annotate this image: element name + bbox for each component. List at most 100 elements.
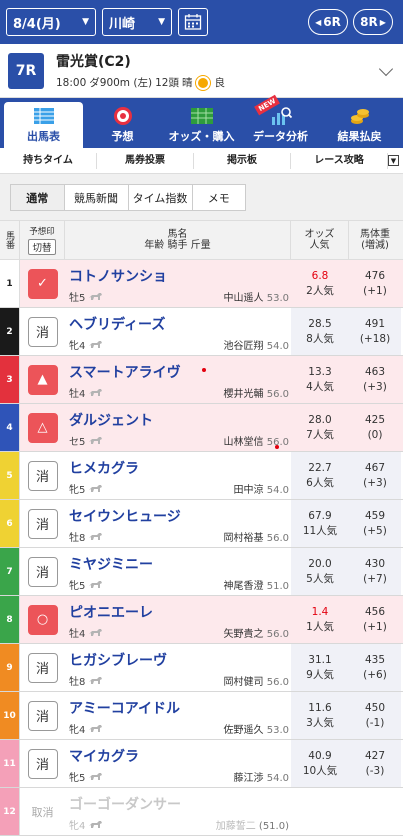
mark-switch-button[interactable]: 切替: [28, 239, 56, 255]
horse-name-link[interactable]: アミーコアイドル: [69, 698, 180, 718]
tab-newspaper[interactable]: 競馬新聞: [65, 185, 129, 210]
prediction-mark-button[interactable]: 消: [27, 460, 58, 491]
prediction-mark-cell: ○: [20, 596, 65, 643]
jockey-name[interactable]: 藤江渉: [234, 773, 264, 784]
jockey-name[interactable]: 田中涼: [234, 485, 264, 496]
calendar-button[interactable]: [178, 8, 208, 36]
table-row[interactable]: 8 ○ ピオニエーレ 牡4 矢野貴之 56.0 1.4 1人気 456 (+1): [0, 596, 403, 644]
submenu-item-best-time[interactable]: 持ちタイム: [0, 152, 97, 169]
submenu-item-board[interactable]: 掲示板: [194, 152, 291, 169]
weight-cell: 459 (+5): [349, 500, 401, 547]
menu-item-data-analysis[interactable]: NEW データ分析: [241, 94, 320, 148]
expand-submenu-button[interactable]: ▼: [388, 155, 399, 166]
horse-name-link[interactable]: ミヤジミニー: [69, 554, 153, 574]
chevron-down-icon: ▼: [390, 156, 397, 165]
weight-cell: 491 (+18): [349, 308, 401, 355]
chevron-left-icon: ◀: [315, 17, 322, 27]
horse-name-link[interactable]: ヒガシブレーヴ: [69, 650, 167, 670]
horse-cell: コトノサンショ 牡5 中山遥人 53.0: [65, 260, 291, 307]
horse-name-link[interactable]: ヘブリディーズ: [69, 314, 165, 334]
menu-item-results[interactable]: 結果払戻: [320, 102, 399, 148]
header-weight[interactable]: 馬体重 (増減): [349, 221, 401, 259]
prediction-mark-button[interactable]: ○: [27, 604, 58, 635]
next-race-button[interactable]: 8R ▶: [353, 9, 393, 35]
table-row[interactable]: 12 取消 ゴーゴーダンサー 牝4 加藤誓二 (51.0): [0, 788, 403, 836]
jockey-name[interactable]: 櫻井光輔: [224, 389, 264, 400]
target-icon: [113, 107, 132, 125]
horse-name-link[interactable]: スマートアライヴ: [69, 362, 181, 382]
horse-name-link[interactable]: ピオニエーレ: [69, 602, 153, 622]
horse-icon: [89, 821, 103, 828]
horse-cell: ピオニエーレ 牡4 矢野貴之 56.0: [65, 596, 291, 643]
jockey-name[interactable]: 山林堂信: [224, 437, 264, 448]
tab-memo[interactable]: メモ: [193, 185, 246, 210]
weight-cell: 430 (+7): [349, 548, 401, 595]
menu-item-odds-buy[interactable]: オッズ・購入: [162, 102, 241, 148]
menu-item-prediction[interactable]: 予想: [83, 102, 162, 148]
submenu-item-strategy[interactable]: レース攻略: [291, 152, 388, 169]
table-row[interactable]: 5 消ヒメカグラ 牝5 田中涼 54.0 22.7 6人気 467 (+3): [0, 452, 403, 500]
table-row[interactable]: 2 消ヘブリディーズ 牝4 池谷匠翔 54.0 28.5 8人気 491 (+18): [0, 308, 403, 356]
table-row[interactable]: 11 消マイカグラ 牝5 藤江渉 54.0 40.9 10人気 427 (-3): [0, 740, 403, 788]
jockey-name[interactable]: 岡村裕基: [224, 533, 264, 544]
header-odds[interactable]: オッズ 人気: [291, 221, 349, 259]
prediction-mark-button[interactable]: ✓: [27, 268, 58, 299]
jockey-name[interactable]: 佐野遥久: [224, 725, 264, 736]
table-row[interactable]: 9 消ヒガシブレーヴ 牡8 岡村健司 56.0 31.1 9人気 435 (+6): [0, 644, 403, 692]
race-track: 良: [214, 77, 225, 89]
jockey-name[interactable]: 岡村健司: [224, 677, 264, 688]
prediction-mark-button[interactable]: 消: [27, 508, 58, 539]
submenu-item-betting[interactable]: 馬券投票: [97, 152, 194, 169]
menu-item-entries[interactable]: 出馬表: [4, 102, 83, 148]
venue-select[interactable]: 川崎 ▼: [102, 8, 172, 36]
horse-icon: [89, 725, 103, 732]
date-select[interactable]: 8/4(月) ▼: [6, 8, 96, 36]
prediction-mark-button[interactable]: 消: [27, 316, 58, 347]
prediction-mark-button[interactable]: ▲: [27, 364, 58, 395]
horse-name-link[interactable]: セイウンヒュージ: [69, 506, 181, 526]
tab-normal[interactable]: 通常: [11, 185, 65, 210]
prev-race-button[interactable]: ◀ 6R: [308, 9, 348, 35]
horse-name-link[interactable]: ヒメカグラ: [69, 458, 139, 478]
table-row[interactable]: 10 消アミーコアイドル 牝4 佐野遥久 53.0 11.6 3人気 450 (-1): [0, 692, 403, 740]
horse-name-link[interactable]: ゴーゴーダンサー: [69, 794, 181, 814]
prediction-mark-button[interactable]: 取消: [28, 797, 58, 827]
sex-age-text: 牝4: [69, 821, 86, 832]
weight-cell: 450 (-1): [349, 692, 401, 739]
horse-sex-age: 牡5: [69, 289, 104, 304]
sex-age-text: 牡8: [69, 533, 86, 544]
horse-sex-age: 牝5: [69, 577, 104, 592]
sex-age-text: 牝4: [69, 725, 86, 736]
weight-cell: 467 (+3): [349, 452, 401, 499]
prediction-mark-cell: 消: [20, 308, 65, 355]
horse-sex-age: 牡8: [69, 529, 104, 544]
prediction-mark-button[interactable]: 消: [27, 700, 58, 731]
prediction-mark-button[interactable]: 消: [27, 556, 58, 587]
weight-cell: 435 (+6): [349, 644, 401, 691]
view-tabs: 通常 競馬新聞 タイム指数 メモ: [10, 184, 246, 211]
table-row[interactable]: 6 消セイウンヒュージ 牡8 岡村裕基 56.0 67.9 11人気 459 (+5): [0, 500, 403, 548]
tab-time-index[interactable]: タイム指数: [129, 185, 193, 210]
horse-name-link[interactable]: コトノサンショ: [69, 266, 167, 286]
horse-name-link[interactable]: ダルジェント: [69, 410, 153, 430]
prediction-mark-button[interactable]: 消: [27, 652, 58, 683]
jockey-name[interactable]: 矢野貴之: [224, 629, 264, 640]
prediction-mark-button[interactable]: 消: [27, 748, 58, 779]
chevron-down-icon[interactable]: [378, 61, 394, 77]
table-row[interactable]: 7 消ミヤジミニー 牝5 神尾香澄 51.0 20.0 5人気 430 (+7): [0, 548, 403, 596]
horse-cell: ゴーゴーダンサー 牝4 加藤誓二 (51.0): [65, 788, 291, 835]
jockey-name[interactable]: 中山遥人: [224, 293, 264, 304]
table-row[interactable]: 1 ✓ コトノサンショ 牡5 中山遥人 53.0 6.8 2人気 476 (+1): [0, 260, 403, 308]
table-row[interactable]: 3 ▲ スマートアライヴ 牡4 櫻井光輔 56.0 13.3 4人気 463 (+3): [0, 356, 403, 404]
jockey-name[interactable]: 池谷匠翔: [224, 341, 264, 352]
horse-name-link[interactable]: マイカグラ: [69, 746, 139, 766]
prediction-mark-button[interactable]: △: [27, 412, 58, 443]
carried-weight: 56.0: [266, 533, 289, 544]
sex-age-text: セ5: [69, 437, 86, 448]
table-row[interactable]: 4 △ ダルジェント セ5 山林堂信 56.0 28.0 7人気 425 (0): [0, 404, 403, 452]
jockey-name[interactable]: 加藤誓二: [216, 821, 256, 832]
race-header[interactable]: 7R 雷光賞(C2) 18:00 ダ900m (左) 12頭 晴 良: [0, 44, 403, 98]
horse-icon: [89, 773, 103, 780]
odds-value: 67.9: [308, 510, 332, 523]
jockey-name[interactable]: 神尾香澄: [224, 581, 264, 592]
